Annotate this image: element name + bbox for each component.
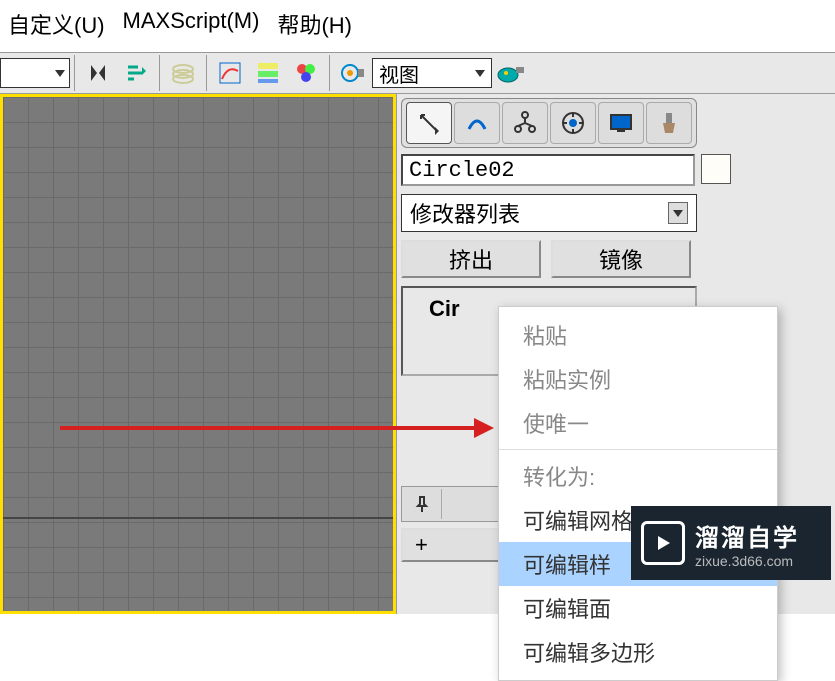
curve-editor-icon[interactable] [213, 56, 247, 90]
watermark: 溜溜自学 zixue.3d66.com [631, 506, 831, 580]
object-color-swatch[interactable] [701, 154, 731, 184]
mirror-icon[interactable] [81, 56, 115, 90]
motion-tab[interactable] [550, 102, 596, 144]
menu-customize[interactable]: 自定义(U) [8, 8, 105, 40]
modifier-list-dropdown[interactable]: 修改器列表 [401, 194, 697, 232]
object-name-input[interactable] [401, 154, 695, 186]
context-menu: 粘贴 粘贴实例 使唯一 转化为: 可编辑网格 可编辑样 可编辑面 可编辑多边形 [498, 306, 778, 681]
viewport[interactable] [0, 94, 396, 614]
mirror-button[interactable]: 镜像 [551, 240, 691, 278]
menu-help[interactable]: 帮助(H) [277, 8, 352, 40]
render-view-select[interactable]: 视图 [372, 58, 492, 88]
menu-editable-poly[interactable]: 可编辑多边形 [499, 630, 777, 674]
panel-tabs [401, 98, 697, 148]
hierarchy-tab[interactable] [502, 102, 548, 144]
extrude-button[interactable]: 挤出 [401, 240, 541, 278]
pin-stack-icon[interactable] [402, 489, 442, 519]
play-icon [641, 521, 685, 565]
menu-paste[interactable]: 粘贴 [499, 313, 777, 357]
menubar: 自定义(U) MAXScript(M) 帮助(H) [0, 0, 835, 52]
annotation-arrow [60, 426, 480, 430]
material-editor-icon[interactable] [289, 56, 323, 90]
watermark-subtitle: zixue.3d66.com [695, 553, 799, 569]
render-icon[interactable] [494, 56, 528, 90]
main-toolbar: 视图 [0, 52, 835, 94]
menu-convert-header: 转化为: [499, 454, 777, 498]
modify-tab[interactable] [454, 102, 500, 144]
menu-maxscript[interactable]: MAXScript(M) [123, 8, 260, 40]
viewport-axis [3, 517, 393, 519]
layers-icon[interactable] [166, 56, 200, 90]
display-tab[interactable] [598, 102, 644, 144]
menu-paste-instance[interactable]: 粘贴实例 [499, 357, 777, 401]
menu-editable-patch[interactable]: 可编辑面 [499, 586, 777, 630]
schematic-view-icon[interactable] [251, 56, 285, 90]
watermark-title: 溜溜自学 [695, 518, 799, 553]
render-setup-icon[interactable] [336, 56, 370, 90]
align-icon[interactable] [119, 56, 153, 90]
menu-make-unique[interactable]: 使唯一 [499, 401, 777, 445]
selection-filter-dropdown[interactable] [0, 58, 70, 88]
create-tab[interactable] [406, 102, 452, 144]
utilities-tab[interactable] [646, 102, 692, 144]
